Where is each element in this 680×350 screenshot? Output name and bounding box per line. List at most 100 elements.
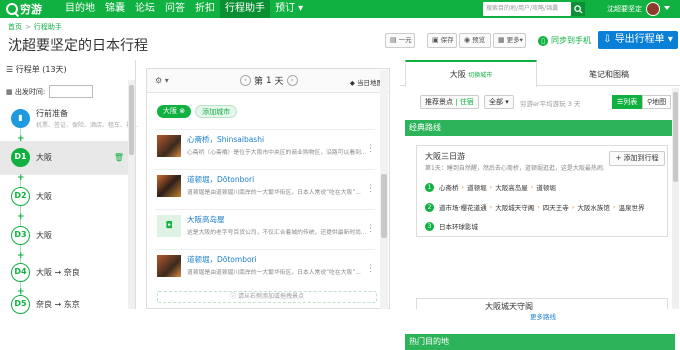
breadcrumb-home[interactable]: 首页	[8, 23, 22, 31]
view-list-button[interactable]: ☰列表	[612, 95, 643, 109]
price-button[interactable]: ▤ 一元	[385, 33, 415, 48]
avatar[interactable]	[646, 2, 660, 16]
poi-item[interactable]: 心斋桥，Shinsaibashi 心斋桥（心斋橋）是位于大阪市中央区的商业购物区…	[155, 129, 375, 169]
nav-item-qa[interactable]: 问答	[160, 0, 190, 18]
day-panel-header: ⚙ ▾ ‹ 第 1 天 › ◆ 当日地图	[147, 69, 389, 93]
hot-destination-item[interactable]: 大阪城天守阁	[416, 298, 668, 312]
day-panel-scrollbar[interactable]	[380, 70, 388, 309]
route-stop[interactable]: 大阪城天守阁	[495, 202, 534, 212]
poi-desc: 这是大阪的老字号百货公司，不仅汇合着城的传统，还提供最新时尚...	[187, 230, 367, 236]
scrollbar-thumb[interactable]	[381, 174, 387, 238]
nav-item-guides[interactable]: 锦囊	[100, 0, 130, 18]
poi-name[interactable]: 道顿堀，Dōtonbori	[187, 174, 254, 185]
tab-city[interactable]: 大阪 切换城市	[405, 60, 537, 87]
filter-recommend[interactable]: 推荐景点 | 住宿	[420, 95, 479, 109]
trash-icon[interactable]: 🗑	[114, 153, 124, 162]
avg-days-hint: 穷游er平均游玩 3 天	[520, 100, 581, 108]
search-icon	[573, 4, 583, 14]
sync-to-phone-button[interactable]: ▯ 同步到手机	[538, 33, 591, 48]
route-stop[interactable]: 大阪高岛屋	[495, 182, 528, 192]
add-to-itinerary-button[interactable]: + 添加到行程	[609, 151, 665, 166]
scrollbar-thumb[interactable]	[673, 92, 678, 182]
brand-logo[interactable]: 穷游	[6, 1, 60, 17]
poi-desc: 道顿堀是由道顿堀川南岸的一大繁华街区。日本人常说“吃在大阪”...	[187, 190, 361, 196]
poi-item[interactable]: 道顿堀，Dōtonbori 道顿堀是由道顿堀川南岸的一大繁华街区。日本人常说“吃…	[155, 169, 375, 209]
day-map-button[interactable]: ◆ 当日地图	[350, 77, 383, 87]
chevron-down-icon[interactable]	[664, 6, 670, 10]
map-pin-icon: ◆	[349, 79, 355, 87]
export-button[interactable]: ⇩ 导出行程单 ▾	[598, 31, 678, 49]
add-city-button[interactable]: 添加城市	[195, 105, 238, 118]
day-node: D3	[11, 226, 30, 245]
poi-item[interactable]: 道顿堀，Dōtombori 道顿堀是由道顿堀川南岸的一大繁华街区。日本人常说“吃…	[155, 249, 375, 289]
more-icon[interactable]: ⋮	[366, 224, 375, 234]
city-chip[interactable]: 大阪 ⊗	[157, 105, 192, 118]
price-label: 一元	[398, 36, 412, 44]
preview-button[interactable]: ◉ 预览	[459, 33, 491, 48]
switch-city-link[interactable]: 切换城市	[468, 72, 492, 79]
filter-all-dropdown[interactable]: 全部 ▾	[484, 95, 514, 109]
day-node: D4	[11, 263, 30, 282]
route-stop[interactable]: 大阪水族馆	[577, 202, 610, 212]
route-stop[interactable]: 道顿堀	[467, 182, 487, 192]
poi-name[interactable]: 道顿堀，Dōtombori	[187, 254, 257, 265]
more-routes-link[interactable]: 更多路线	[530, 311, 556, 321]
next-day-icon[interactable]: ›	[286, 75, 298, 86]
breadcrumb-planner[interactable]: 行程助手	[34, 23, 62, 31]
save-label: 保存	[440, 36, 454, 44]
poi-name[interactable]: 心斋桥，Shinsaibashi	[187, 134, 264, 145]
filter-stay[interactable]: 住宿	[460, 98, 474, 106]
nav-item-destinations[interactable]: 目的地	[60, 0, 100, 18]
day-item[interactable]: D2 大阪	[0, 180, 128, 214]
tab-notes[interactable]: 笔记和图稿	[540, 60, 678, 86]
poi-name[interactable]: 大阪高岛屋	[187, 214, 225, 225]
nav-item-deals[interactable]: 折扣	[190, 0, 220, 18]
sidebar-scrollbar[interactable]	[128, 80, 135, 309]
day-name: 大阪	[36, 231, 52, 240]
view-list-label: 列表	[623, 98, 638, 106]
start-date-input[interactable]	[49, 85, 94, 98]
day-item[interactable]: D4 大阪 → 奈良	[0, 256, 128, 290]
route-stop[interactable]: 四天王寺	[543, 202, 569, 212]
right-panel-scrollbar[interactable]	[672, 88, 679, 309]
route-stop[interactable]: 道顿堀	[536, 182, 556, 192]
drop-zone[interactable]: ⓘ 请从右侧添加或拖拽景点	[157, 291, 377, 303]
route-stop[interactable]: 道市场·樱花道通	[439, 202, 487, 212]
search-button[interactable]	[571, 2, 585, 16]
more-icon[interactable]: ⋮	[366, 184, 375, 194]
gear-icon[interactable]: ⚙ ▾	[155, 76, 169, 85]
save-button[interactable]: ▣ 保存	[427, 33, 457, 48]
prep-item[interactable]: ▮ 行前准备 机票、签证、保险、酒店、租车、礼...	[0, 102, 138, 136]
camera-icon: ◘	[157, 215, 181, 237]
view-map-label: 地图	[652, 98, 667, 106]
drop-zone-label: 请从右侧添加或拖拽景点	[237, 293, 304, 300]
nav-item-planner[interactable]: 行程助手	[220, 0, 270, 18]
route-stop[interactable]: 心斋桥	[439, 182, 459, 192]
view-map-button[interactable]: ⚲地图	[642, 95, 672, 109]
more-button[interactable]: ▦ 更多 ▾	[493, 33, 526, 48]
day-item[interactable]: D3 大阪	[0, 219, 128, 253]
hot-destination-name[interactable]: 大阪城天守阁	[485, 301, 533, 312]
search-input[interactable]: 搜索目的地/用户/攻略/锦囊	[483, 2, 571, 16]
filter-all-label: 全部	[489, 98, 503, 106]
close-icon[interactable]: ⊗	[179, 107, 185, 115]
more-icon[interactable]: ⋮	[366, 264, 375, 274]
nav-item-booking[interactable]: 预订 ▾	[270, 0, 308, 18]
day-prefix: 第	[254, 77, 264, 87]
nav-item-forum[interactable]: 论坛	[130, 0, 160, 18]
username[interactable]: 沈超要坚定	[607, 0, 642, 18]
route-stop[interactable]: 日本环球影城	[439, 221, 478, 231]
route-stop[interactable]: 温泉世界	[619, 202, 645, 212]
poi-item[interactable]: ◘ 大阪高岛屋 这是大阪的老字号百货公司，不仅汇合着城的传统，还提供最新时尚..…	[155, 209, 375, 249]
prev-day-icon[interactable]: ‹	[240, 75, 251, 86]
preview-label: 预览	[472, 36, 486, 44]
day-node: D5	[11, 295, 30, 314]
more-icon[interactable]: ⋮	[366, 144, 375, 154]
day-item[interactable]: D5 奈良 → 东京	[0, 289, 128, 323]
calendar-icon: ▤	[390, 36, 397, 44]
day-node: D1	[11, 148, 30, 167]
day-item[interactable]: D1 大阪 🗑	[0, 141, 128, 175]
scrollbar-thumb[interactable]	[129, 85, 134, 155]
city-chips: 大阪 ⊗ 添加城市	[157, 105, 241, 118]
day-number: 1	[265, 75, 272, 86]
